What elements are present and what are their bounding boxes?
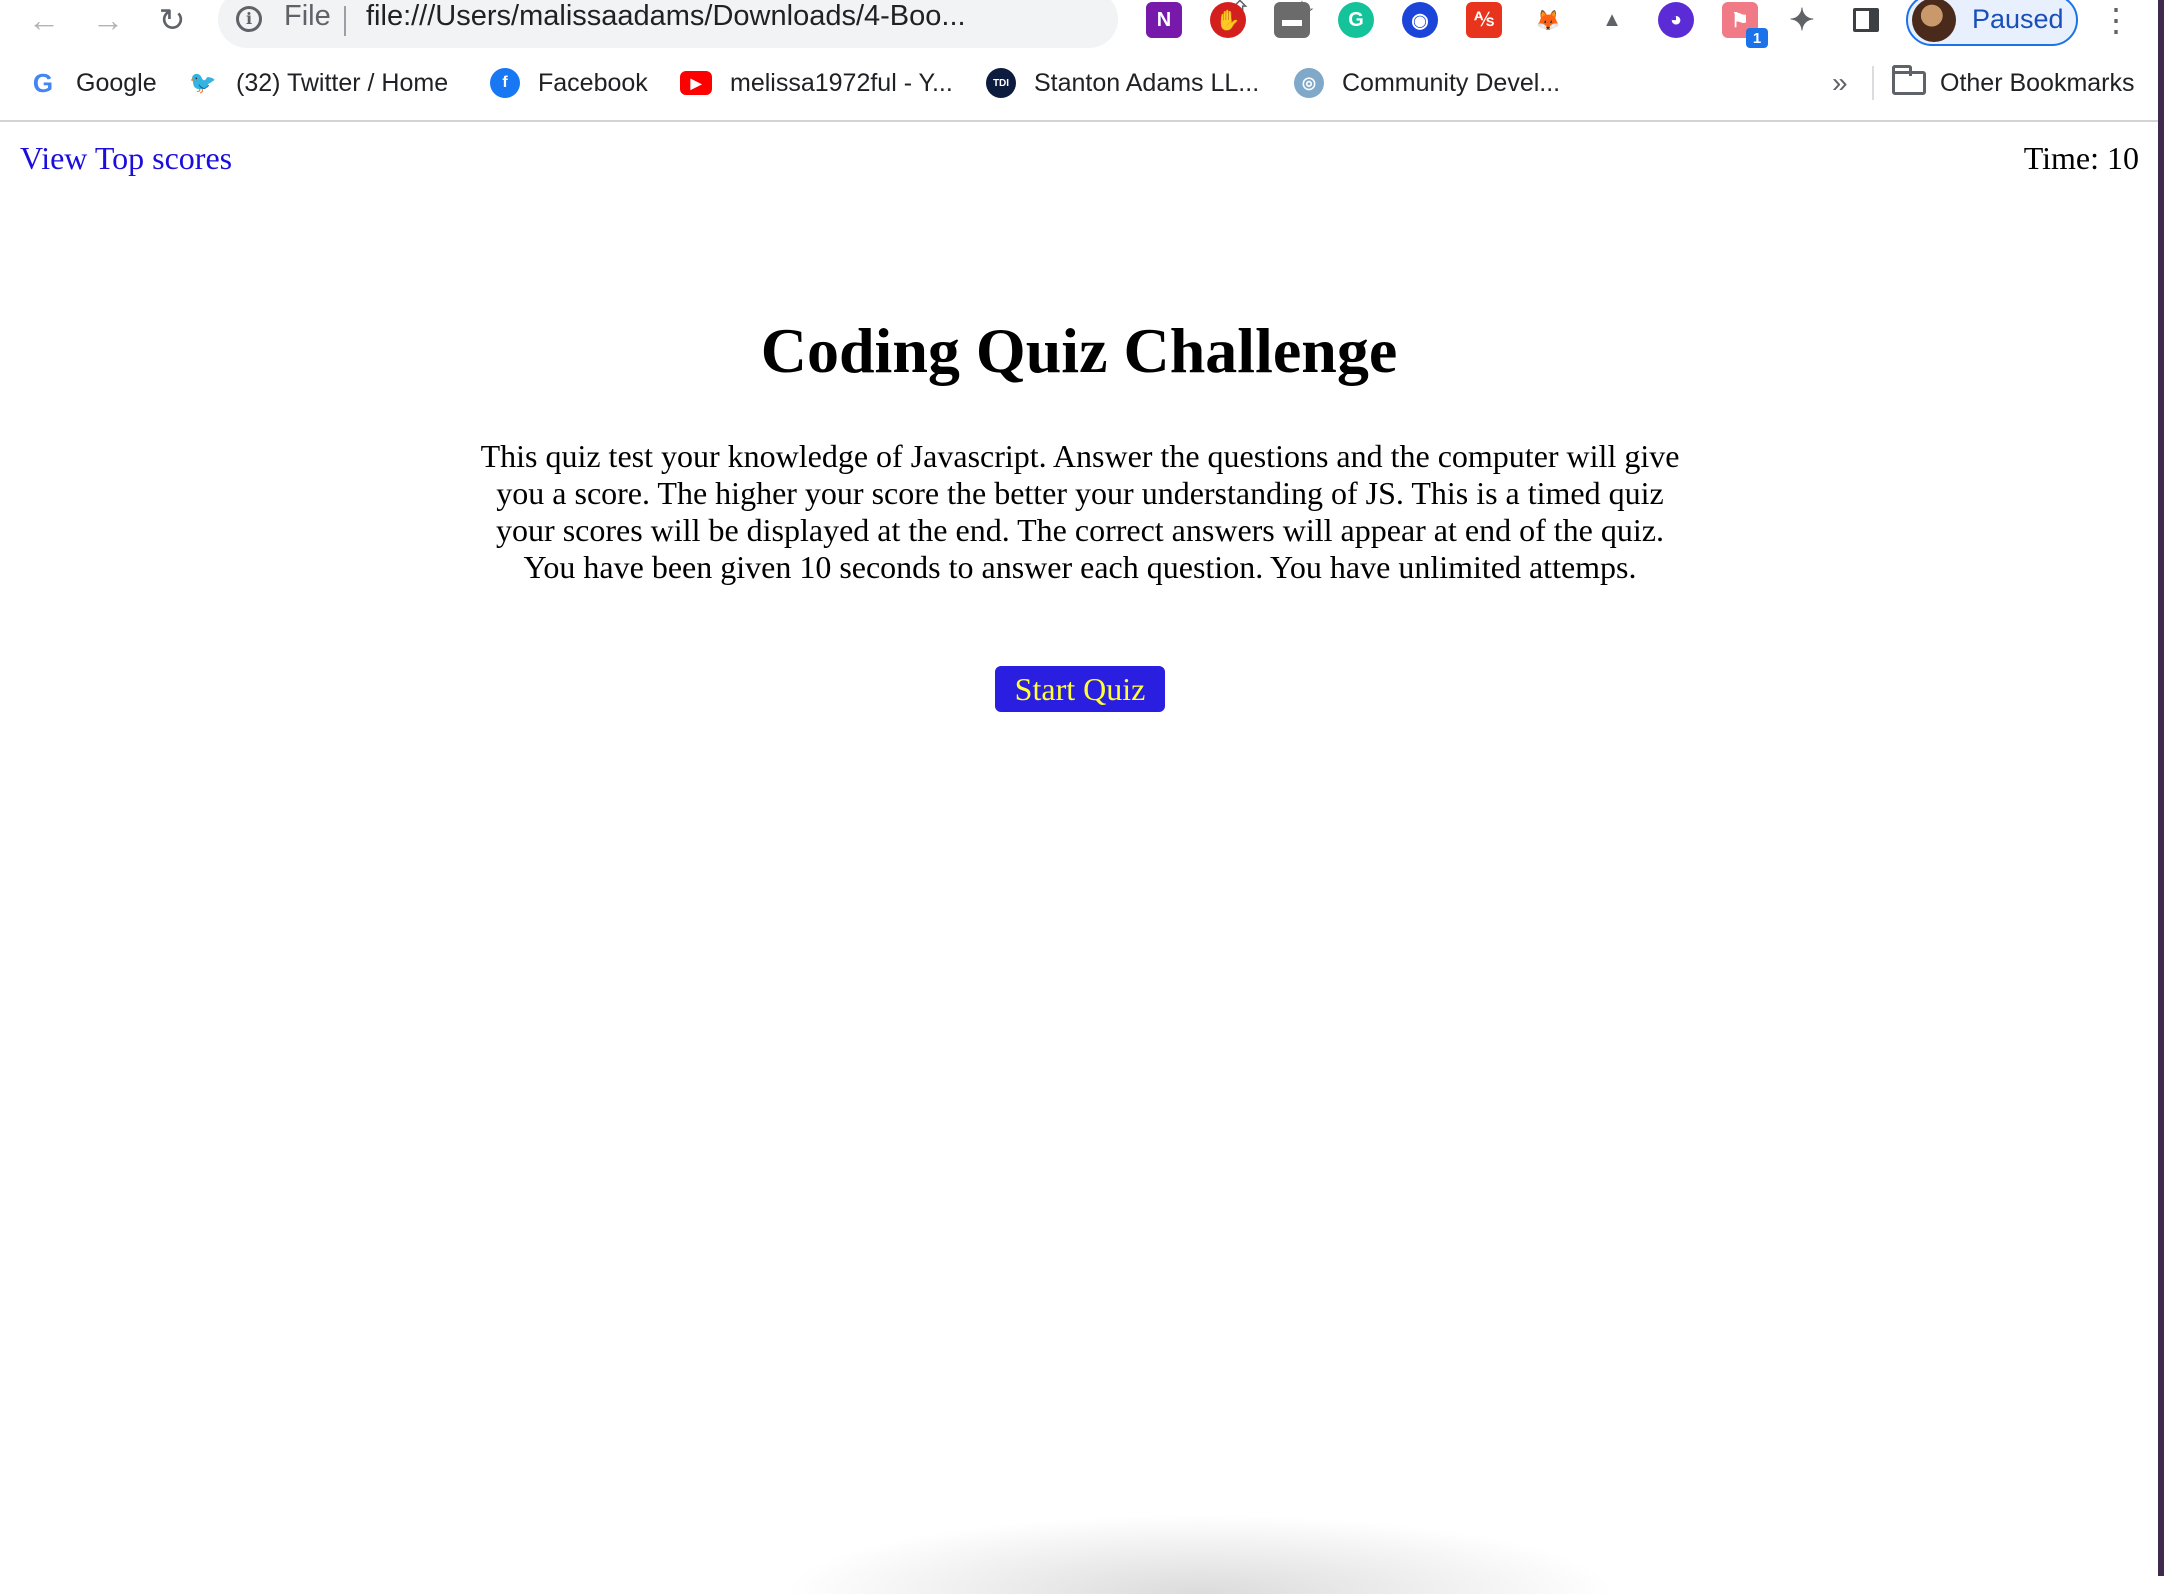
quiz-description: This quiz test your knowledge of Javascr… [480, 438, 1680, 585]
stanton-icon: TDI [986, 68, 1016, 98]
bookmark-youtube[interactable]: ▶ melissa1972ful - Y... [680, 62, 953, 104]
bookmark-facebook[interactable]: f Facebook [490, 62, 648, 104]
quiz-timer: Time: 10 [2023, 140, 2139, 176]
flag-ext-icon[interactable]: ⚑ 1 [1722, 2, 1768, 48]
reload-icon[interactable]: ↻ [152, 2, 192, 38]
bookmark-google[interactable]: G Google [28, 62, 157, 104]
side-panel-shape [1853, 8, 1879, 32]
extension-badge: 1 [1746, 28, 1768, 48]
view-top-scores-link[interactable]: View Top scores [20, 140, 232, 177]
more-vert-icon[interactable]: ⋮ [2100, 2, 2132, 38]
bookmark-stanton[interactable]: TDI Stanton Adams LL... [986, 62, 1259, 104]
bookmark-community[interactable]: ◎ Community Devel... [1294, 62, 1560, 104]
address-bar[interactable]: i File file:///Users/malissaadams/Downlo… [218, 0, 1315, 48]
pdf-ext-icon[interactable]: ⅍ [1466, 2, 1502, 38]
community-icon: ◎ [1294, 68, 1324, 98]
bookmark-label: melissa1972ful - Y... [730, 68, 953, 97]
scheme-label: File [284, 0, 331, 32]
adblock-icon[interactable]: ✋ [1210, 2, 1246, 38]
facebook-icon: f [490, 68, 520, 98]
forward-arrow-icon[interactable]: → [88, 2, 128, 38]
bookmark-label: Community Devel... [1342, 68, 1561, 97]
page-viewport: View Top scores Time: 10 Coding Quiz Cha… [0, 122, 2158, 1594]
avatar [1912, 0, 1956, 42]
other-bookmarks-label: Other Bookmarks [1940, 68, 2135, 97]
profile-status: Paused [1972, 4, 2064, 34]
target-ext-icon[interactable]: ◉ [1402, 2, 1438, 38]
bookmarks-bar: G Google 🐦 (32) Twitter / Home f Facebook ▶ mel… [0, 62, 2164, 104]
bookmark-label: Facebook [538, 68, 648, 97]
bookmark-label: (32) Twitter / Home [236, 68, 449, 97]
start-quiz-button[interactable]: Start Quiz [995, 666, 1165, 712]
twitter-icon: 🐦 [189, 70, 217, 95]
profile-button[interactable]: Paused [1906, 0, 2078, 46]
puzzle-extensions-icon[interactable]: ✦ [1784, 2, 1820, 38]
ghost-ext-icon[interactable]: ◕ [1658, 2, 1694, 38]
side-panel-icon[interactable] [1848, 2, 1884, 38]
bookmarks-divider [1872, 66, 1874, 100]
bookmark-twitter[interactable]: 🐦 (32) Twitter / Home [188, 62, 448, 104]
metamask-icon[interactable]: 🦊 [1530, 2, 1566, 38]
bottom-shadow-decoration [780, 1514, 1620, 1594]
browser-toolbar: ← → ↻ i File file:///Users/malissaadams/… [0, 0, 2164, 48]
bookmark-label: Stanton Adams LL... [1034, 68, 1260, 97]
page-title: Coding Quiz Challenge [760, 315, 1398, 386]
google-icon: G [28, 68, 58, 98]
bookmark-label: Google [76, 68, 157, 97]
video-ext-icon[interactable]: ▬ [1274, 2, 1310, 38]
site-info-icon[interactable]: i [236, 6, 262, 32]
omnibox-divider [344, 6, 346, 36]
back-arrow-icon[interactable]: ← [24, 2, 64, 38]
bookmarks-overflow-button[interactable]: » [1832, 62, 1848, 104]
grammarly-icon[interactable]: G [1338, 2, 1374, 38]
youtube-icon: ▶ [680, 71, 712, 95]
window-edge [2158, 0, 2164, 1576]
triangle-ext-icon[interactable]: ▲ [1594, 2, 1630, 38]
other-bookmarks-folder[interactable]: Other Bookmarks [1892, 62, 2135, 104]
onenote-icon[interactable]: N [1146, 2, 1182, 38]
folder-icon [1892, 65, 1926, 95]
url-text[interactable]: file:///Users/malissaadams/Downloads/4-B… [366, 0, 1006, 33]
